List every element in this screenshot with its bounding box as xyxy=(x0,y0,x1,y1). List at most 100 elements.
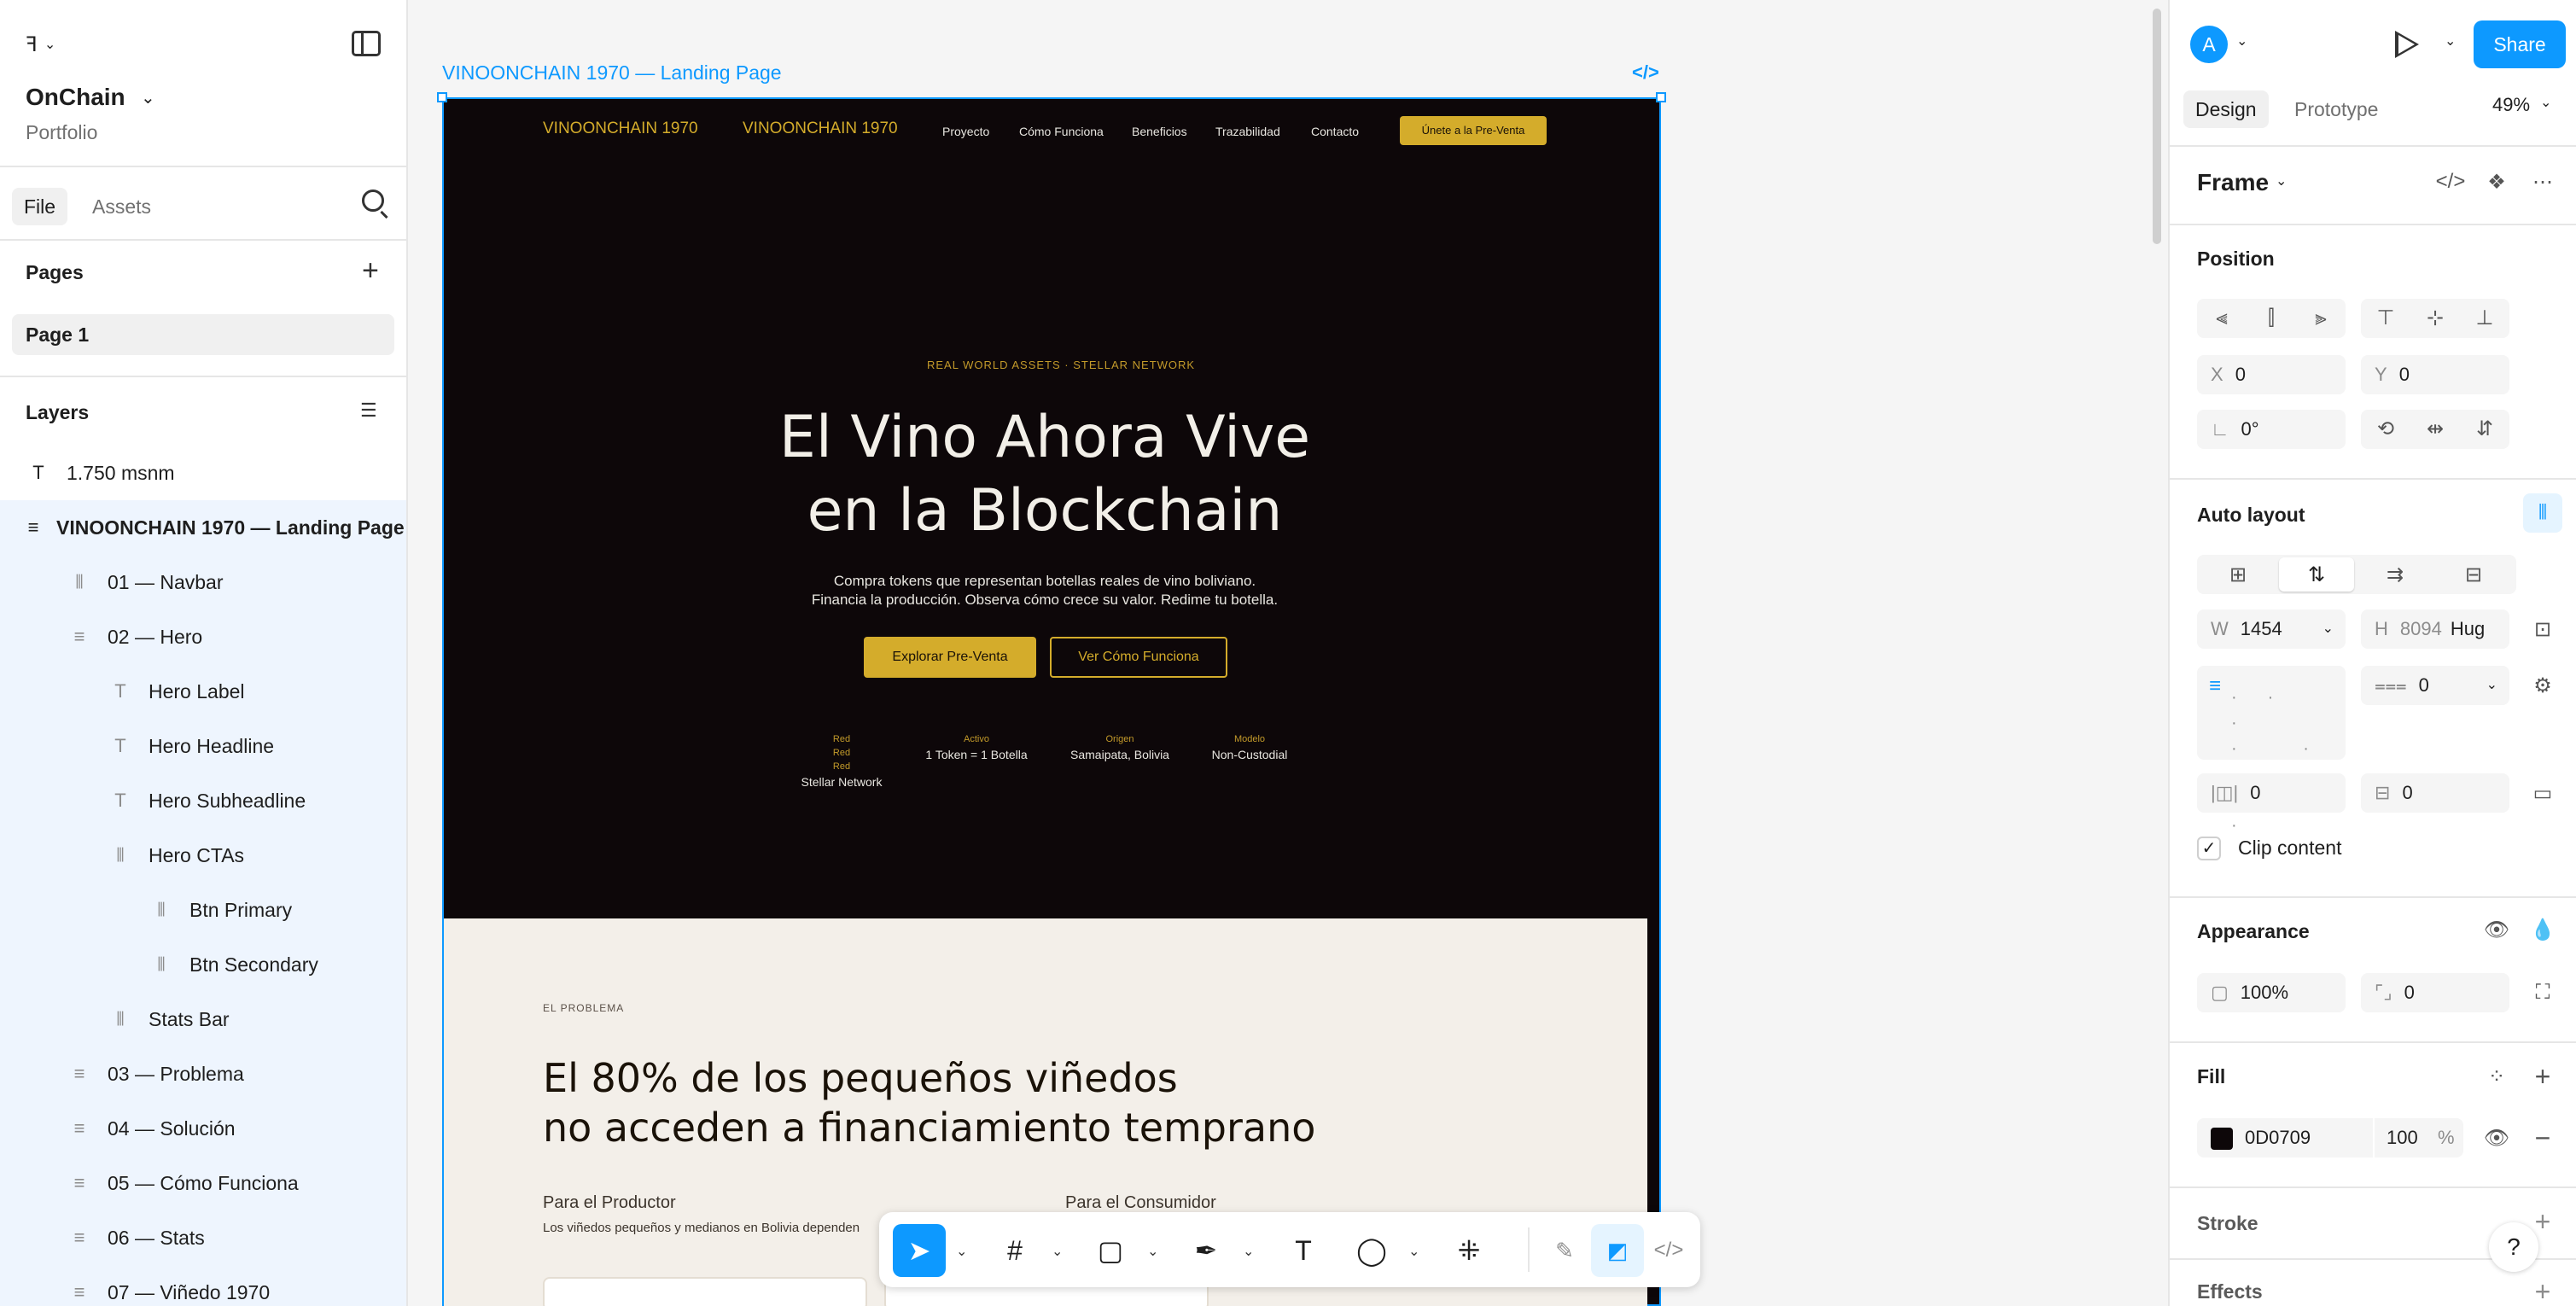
gap-field[interactable]: ⩶ 0 ⌄ xyxy=(2361,666,2509,705)
padding-vertical-field[interactable]: ⊟ 0 xyxy=(2361,773,2509,813)
code-icon[interactable]: </> xyxy=(2431,162,2470,201)
layer-item[interactable]: ≡ 04 — Solución xyxy=(0,1101,406,1156)
add-fill-icon[interactable]: + xyxy=(2523,1057,2562,1096)
clip-content-checkbox[interactable]: ✓ xyxy=(2197,837,2221,860)
layout-horizontal-icon[interactable]: ⇉ xyxy=(2357,557,2433,592)
auto-layout-toggle-icon[interactable]: ⫴ xyxy=(2523,493,2562,533)
layer-item[interactable]: ⫴ Btn Secondary xyxy=(0,937,406,992)
dev-code-icon[interactable]: </> xyxy=(1632,61,1659,84)
project-team[interactable]: Portfolio xyxy=(26,121,97,144)
actions-icon[interactable]: ⁜ xyxy=(1442,1224,1495,1277)
align-right-icon[interactable]: ⫸ xyxy=(2301,299,2340,338)
move-tool-icon[interactable]: ➤ xyxy=(893,1224,946,1277)
main-menu-button[interactable]: ꟻ ⌄ xyxy=(26,29,77,60)
layout-grid-icon[interactable]: ⊟ xyxy=(2436,557,2511,592)
resize-handle[interactable] xyxy=(1656,92,1666,102)
share-button[interactable]: Share xyxy=(2474,20,2566,68)
draw-mode-icon[interactable]: ✎ xyxy=(1538,1224,1591,1277)
x-field[interactable]: X0 xyxy=(2197,355,2346,394)
chevron-down-icon[interactable]: ⌄ xyxy=(2276,172,2287,189)
layout-vertical-icon[interactable]: ⇅ xyxy=(2279,557,2354,592)
layout-free-icon[interactable]: ⊞ xyxy=(2200,557,2276,592)
rectangle-tool-icon[interactable]: ▢ xyxy=(1084,1224,1137,1277)
chevron-down-icon[interactable]: ⌄ xyxy=(2540,94,2551,111)
chevron-down-icon[interactable]: ⌄ xyxy=(1243,1243,1254,1260)
resize-handle[interactable] xyxy=(437,92,447,102)
layer-item[interactable]: ≡ 05 — Cómo Funciona xyxy=(0,1156,406,1210)
layer-item[interactable]: ≡ 02 — Hero xyxy=(0,609,406,664)
align-top-icon[interactable]: ⊤ xyxy=(2366,299,2405,338)
selection-type[interactable]: Frame xyxy=(2197,169,2269,196)
rotate-icon[interactable]: ⟲ xyxy=(2366,410,2405,449)
text-tool-icon[interactable]: T xyxy=(1277,1224,1330,1277)
fill-swatch[interactable] xyxy=(2211,1128,2233,1151)
toggle-sidebar-icon[interactable] xyxy=(352,31,381,56)
frame-name-label[interactable]: VINOONCHAIN 1970 — Landing Page xyxy=(442,61,782,85)
add-page-icon[interactable]: + xyxy=(362,256,379,285)
chevron-down-icon[interactable]: ⌄ xyxy=(956,1243,967,1260)
pen-tool-icon[interactable]: ✒ xyxy=(1180,1224,1233,1277)
align-left-icon[interactable]: ⫷ xyxy=(2202,299,2241,338)
styles-grid-icon[interactable]: ⁘ xyxy=(2477,1057,2516,1096)
layer-item[interactable]: ⫴ Btn Primary xyxy=(0,883,406,937)
layer-list-options-icon[interactable]: ☰ xyxy=(360,399,377,422)
tab-design[interactable]: Design xyxy=(2183,90,2269,128)
layer-item[interactable]: ⫴ Stats Bar xyxy=(0,992,406,1047)
fill-visibility-eye-icon[interactable]: 👁 xyxy=(2477,1118,2516,1157)
layer-item[interactable]: T 1.750 msnm xyxy=(0,446,406,500)
width-field[interactable]: W 1454 ⌄ xyxy=(2197,609,2346,649)
individual-padding-icon[interactable]: ▭ xyxy=(2523,773,2562,813)
visibility-eye-icon[interactable]: 👁 xyxy=(2477,910,2516,949)
search-icon[interactable] xyxy=(362,189,384,212)
corner-radius-field[interactable]: ⌜⌟ 0 xyxy=(2361,973,2509,1012)
zoom-level[interactable]: 49% xyxy=(2492,94,2530,116)
flip-horizontal-icon[interactable]: ⇹ xyxy=(2416,410,2455,449)
padding-horizontal-field[interactable]: |◫| 0 xyxy=(2197,773,2346,813)
tab-file[interactable]: File xyxy=(12,188,68,225)
project-name[interactable]: OnChain xyxy=(26,84,125,111)
rotation-field[interactable]: ∟ 0° xyxy=(2197,410,2346,449)
tab-prototype[interactable]: Prototype xyxy=(2282,90,2390,128)
canvas-scrollbar[interactable] xyxy=(2153,9,2161,244)
individual-corners-icon[interactable]: ⛶ xyxy=(2523,973,2562,1012)
design-mode-icon[interactable]: ◩ xyxy=(1591,1224,1644,1277)
blend-mode-drop-icon[interactable]: 💧 xyxy=(2523,910,2562,949)
more-options-icon[interactable]: ⋯ xyxy=(2523,162,2562,201)
present-play-icon[interactable] xyxy=(2395,31,2419,58)
dev-mode-icon[interactable]: </> xyxy=(1642,1224,1695,1277)
flip-vertical-icon[interactable]: ⇵ xyxy=(2465,410,2504,449)
page-item-page-1[interactable]: Page 1 xyxy=(12,314,394,355)
frame-tool-icon[interactable]: # xyxy=(988,1224,1041,1277)
resize-to-fit-icon[interactable]: ⊡ xyxy=(2523,609,2562,649)
component-icon[interactable]: ❖ xyxy=(2477,162,2516,201)
avatar[interactable]: A xyxy=(2190,26,2228,63)
help-icon[interactable]: ? xyxy=(2489,1222,2538,1272)
fill-color-field[interactable]: 0D0709 100% xyxy=(2197,1118,2463,1157)
layer-item[interactable]: ≡ 06 — Stats xyxy=(0,1210,406,1265)
chevron-down-icon[interactable]: ⌄ xyxy=(2445,32,2456,50)
opacity-field[interactable]: ▢ 100% xyxy=(2197,973,2346,1012)
layer-item[interactable]: T Hero Label xyxy=(0,664,406,719)
chevron-down-icon[interactable]: ⌄ xyxy=(1147,1243,1158,1260)
layout-settings-icon[interactable]: ⚙ xyxy=(2523,666,2562,705)
align-center-h-icon[interactable]: ⫿ xyxy=(2252,299,2291,338)
chevron-down-icon[interactable]: ⌄ xyxy=(1408,1243,1419,1260)
alignment-grid[interactable]: ≡ ·· ·· · ·· · · xyxy=(2197,666,2346,835)
tab-assets[interactable]: Assets xyxy=(80,188,163,225)
layer-item[interactable]: ≡ 03 — Problema xyxy=(0,1047,406,1101)
layer-item[interactable]: ⫴ 01 — Navbar xyxy=(0,555,406,609)
height-field[interactable]: H 8094 Hug xyxy=(2361,609,2509,649)
layer-item[interactable]: T Hero Headline xyxy=(0,719,406,773)
chevron-down-icon[interactable]: ⌄ xyxy=(2236,32,2247,50)
layer-item[interactable]: ≡ 07 — Viñedo 1970 xyxy=(0,1265,406,1306)
chevron-down-icon[interactable]: ⌄ xyxy=(141,87,155,108)
layer-item[interactable]: T Hero Subheadline xyxy=(0,773,406,828)
layer-item[interactable]: ⫴ Hero CTAs xyxy=(0,828,406,883)
layer-item-selected[interactable]: ≡ VINOONCHAIN 1970 — Landing Page xyxy=(0,500,406,555)
add-effect-icon[interactable]: + xyxy=(2523,1272,2562,1306)
align-bottom-icon[interactable]: ⊥ xyxy=(2465,299,2504,338)
y-field[interactable]: Y0 xyxy=(2361,355,2509,394)
comment-tool-icon[interactable]: ◯ xyxy=(1345,1224,1398,1277)
remove-fill-icon[interactable]: − xyxy=(2523,1118,2562,1157)
align-middle-icon[interactable]: ⊹ xyxy=(2416,299,2455,338)
